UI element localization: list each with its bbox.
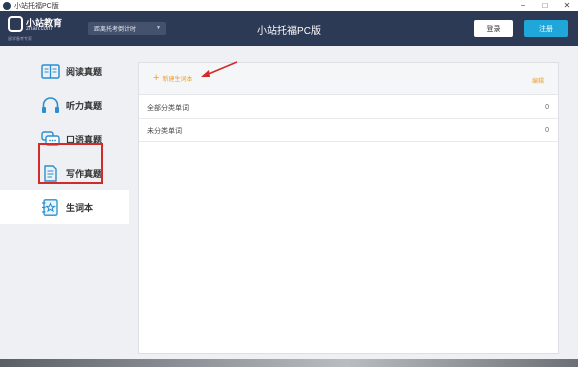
countdown-label: 距离托考倒计时 — [94, 27, 137, 33]
headphones-icon — [42, 96, 59, 113]
book-icon — [41, 63, 60, 79]
annotation-arrow-icon — [201, 61, 238, 77]
maximize-button[interactable]: □ — [534, 0, 556, 11]
register-button[interactable]: 注册 — [524, 20, 568, 37]
category-name: 全部分类单词 — [147, 104, 189, 112]
plus-icon: + — [153, 72, 160, 84]
sidebar-item-reading[interactable]: 阅读真题 — [0, 54, 129, 88]
list-item[interactable]: 全部分类单词 0 — [139, 97, 558, 119]
window-title: 小站托福PC版 — [14, 2, 59, 10]
brand-subtitle: 留学备考专家 — [8, 36, 32, 41]
window-controls: − □ ✕ — [512, 0, 578, 11]
brand-domain: zhan.com — [26, 26, 53, 32]
window-titlebar: 小站托福PC版 − □ ✕ — [0, 0, 578, 11]
sidebar-item-listening[interactable]: 听力真题 — [0, 88, 129, 122]
list-item[interactable]: 未分类单词 0 — [139, 120, 558, 142]
sidebar-item-label: 阅读真题 — [66, 66, 103, 77]
category-count: 0 — [545, 104, 549, 111]
minimize-button[interactable]: − — [512, 0, 534, 11]
edit-button[interactable]: 编辑 — [532, 76, 544, 85]
sidebar-item-vocabulary[interactable]: 生词本 — [0, 190, 129, 224]
sidebar: 阅读真题 听力真题 口语真题 写作真题 生词本 — [0, 46, 129, 359]
chevron-down-icon: ▼ — [156, 25, 161, 31]
background-strip — [0, 359, 578, 367]
app-header: 小站教育 zhan.com 留学备考专家 距离托考倒计时 ▼ 小站托福PC版 登… — [0, 11, 578, 46]
category-name: 未分类单词 — [147, 127, 182, 135]
brand-logo[interactable]: 小站教育 zhan.com 留学备考专家 — [8, 15, 68, 42]
login-button[interactable]: 登录 — [474, 20, 513, 37]
close-button[interactable]: ✕ — [556, 0, 578, 11]
sidebar-item-label: 生词本 — [66, 202, 94, 213]
annotation-highlight-box — [38, 143, 103, 184]
app-logo-icon — [3, 1, 11, 10]
new-vocabulary-label: 新建生词本 — [162, 77, 193, 83]
new-vocabulary-book-button[interactable]: + 新建生词本 — [153, 72, 193, 84]
vocabulary-panel: + 新建生词本 编辑 全部分类单词 0 未分类单词 0 — [138, 62, 559, 354]
category-count: 0 — [545, 127, 549, 134]
sidebar-item-label: 听力真题 — [66, 100, 103, 111]
notebook-star-icon — [42, 198, 58, 216]
exam-countdown-dropdown[interactable]: 距离托考倒计时 ▼ — [88, 22, 166, 35]
brand-mark-icon — [8, 16, 23, 32]
